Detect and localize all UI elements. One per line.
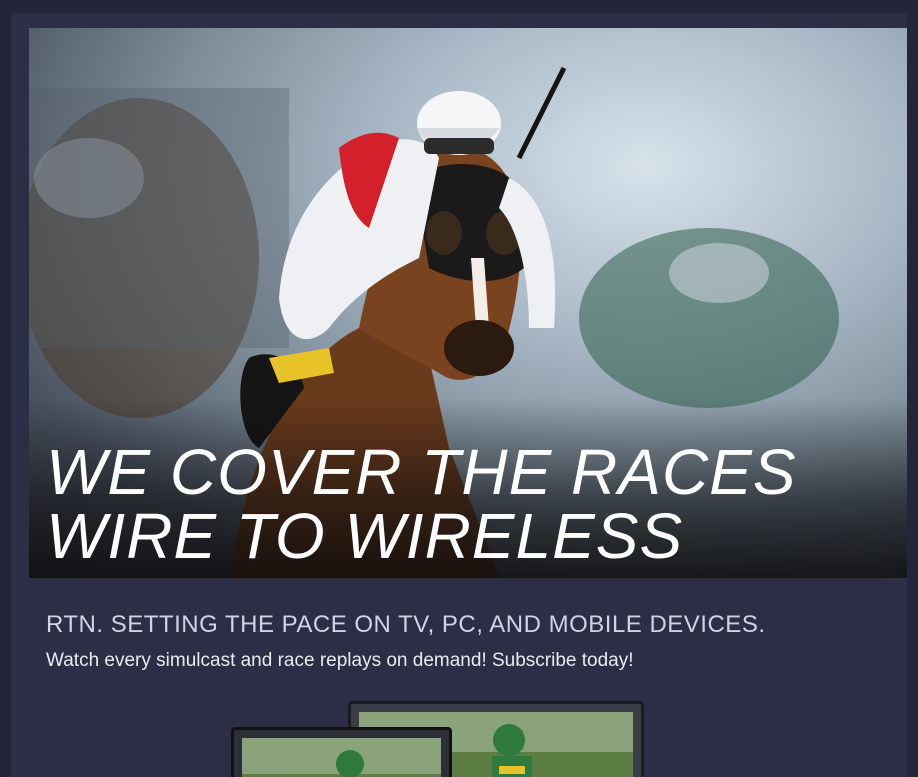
subscribe-subline: Watch every simulcast and race replays o… — [46, 650, 634, 671]
tagline: RTN. SETTING THE PACE ON TV, PC, AND MOB… — [46, 611, 766, 638]
pc-screen — [242, 738, 441, 777]
pc-monitor-icon — [231, 727, 452, 777]
page-frame: WE COVER THE RACES WIRE TO WIRELESS RTN.… — [0, 0, 918, 777]
headline-line-2: WIRE TO WIRELESS — [46, 500, 684, 572]
headline: WE COVER THE RACES WIRE TO WIRELESS — [46, 440, 906, 568]
promo-panel: WE COVER THE RACES WIRE TO WIRELESS RTN.… — [11, 13, 907, 777]
devices-image — [231, 701, 651, 777]
headline-line-1: WE COVER THE RACES — [46, 436, 797, 508]
